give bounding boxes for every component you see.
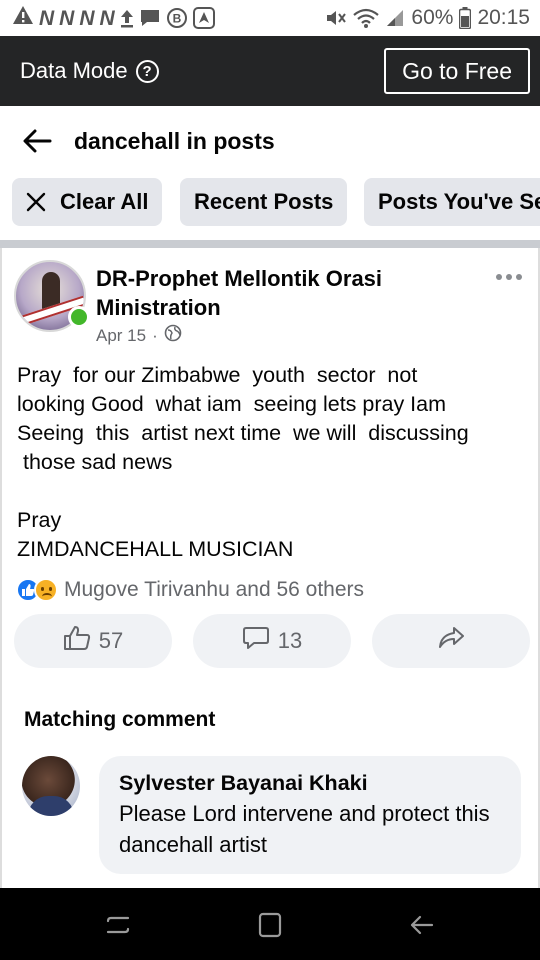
comment-text: Please Lord intervene and protect this d… bbox=[119, 801, 490, 857]
battery-percent: 60% bbox=[411, 6, 454, 29]
post-meta: Apr 15 · bbox=[96, 324, 182, 347]
post-date[interactable]: Apr 15 bbox=[96, 326, 146, 346]
notification-icons: N N N N B bbox=[12, 5, 215, 31]
back-arrow-icon[interactable] bbox=[20, 124, 54, 158]
matching-comment-heading: Matching comment bbox=[24, 708, 216, 731]
post-line: those sad news bbox=[17, 450, 173, 474]
clock: 20:15 bbox=[477, 6, 530, 29]
n-app-icon: N bbox=[99, 6, 115, 30]
clear-all-chip[interactable]: Clear All bbox=[12, 178, 163, 226]
status-bar: N N N N B 60% 20:15 bbox=[0, 0, 540, 36]
recent-posts-label: Recent Posts bbox=[194, 189, 334, 214]
section-divider bbox=[0, 240, 540, 248]
more-options-icon[interactable] bbox=[496, 274, 522, 280]
navigation-icon bbox=[192, 7, 215, 29]
post-actions: 57 13 bbox=[14, 614, 530, 668]
data-mode-label: Data Mode bbox=[20, 58, 128, 83]
post-author[interactable]: DR-Prophet Mellontik Orasi Ministration bbox=[96, 264, 426, 322]
post-line: Pray bbox=[17, 508, 62, 532]
filter-chips: Clear All Recent Posts Posts You've Seen bbox=[0, 178, 540, 226]
share-button[interactable] bbox=[372, 614, 530, 668]
go-to-free-button[interactable]: Go to Free bbox=[384, 48, 530, 94]
close-icon bbox=[26, 192, 46, 212]
post-line: Pray for our Zimbabwe youth sector not bbox=[17, 363, 418, 387]
data-mode-bar: Data Mode ? Go to Free bbox=[0, 36, 540, 106]
commenter-avatar[interactable] bbox=[22, 756, 80, 816]
like-button[interactable]: 57 bbox=[14, 614, 172, 668]
b-circle-icon: B bbox=[166, 7, 188, 29]
data-mode-label-group[interactable]: Data Mode ? bbox=[20, 58, 159, 84]
comment-author[interactable]: Sylvester Bayanai Khaki bbox=[119, 768, 501, 798]
signal-icon bbox=[385, 8, 405, 28]
post-line: looking Good what iam seeing lets pray I… bbox=[17, 392, 447, 416]
back-nav-icon[interactable] bbox=[402, 910, 442, 940]
post-line: Seeing this artist next time we will dis… bbox=[17, 421, 469, 445]
comment-icon bbox=[242, 625, 270, 657]
search-query[interactable]: dancehall in posts bbox=[74, 128, 275, 155]
warning-icon bbox=[12, 5, 34, 31]
reactions-text: Mugove Tirivanhu and 56 others bbox=[64, 578, 365, 601]
n-app-icon: N bbox=[79, 6, 95, 30]
posts-youve-seen-label: Posts You've Seen bbox=[378, 189, 540, 214]
meta-separator: · bbox=[152, 325, 158, 345]
n-app-icon: N bbox=[59, 6, 75, 30]
system-icons: 60% 20:15 bbox=[325, 6, 530, 30]
n-app-icon: N bbox=[39, 6, 55, 30]
sad-reaction-icon bbox=[34, 578, 58, 602]
svg-text:B: B bbox=[172, 12, 181, 26]
share-icon bbox=[437, 625, 465, 657]
upload-icon bbox=[120, 8, 134, 28]
mute-icon bbox=[325, 8, 347, 28]
online-status-dot bbox=[68, 306, 90, 328]
comment-button[interactable]: 13 bbox=[193, 614, 351, 668]
clear-all-label: Clear All bbox=[60, 189, 149, 214]
comment-count: 13 bbox=[277, 628, 303, 653]
help-icon[interactable]: ? bbox=[135, 59, 159, 83]
comment-bubble[interactable]: Sylvester Bayanai Khaki Please Lord inte… bbox=[99, 756, 521, 874]
commenter-shirt bbox=[28, 796, 74, 816]
message-icon bbox=[139, 8, 161, 28]
post-line: ZIMDANCEHALL MUSICIAN bbox=[17, 537, 294, 561]
post-paragraph-gap bbox=[17, 477, 532, 506]
like-count: 57 bbox=[98, 628, 124, 653]
recent-apps-icon[interactable] bbox=[98, 910, 138, 940]
post-card: DR-Prophet Mellontik Orasi Ministration … bbox=[0, 248, 540, 888]
home-icon[interactable] bbox=[250, 910, 290, 940]
battery-icon bbox=[459, 7, 472, 29]
recent-posts-chip[interactable]: Recent Posts bbox=[180, 178, 348, 226]
thumbs-up-icon bbox=[63, 625, 91, 657]
system-nav-bar bbox=[0, 888, 540, 960]
reactions-summary[interactable]: Mugove Tirivanhu and 56 others bbox=[16, 578, 364, 602]
posts-youve-seen-chip[interactable]: Posts You've Seen bbox=[364, 178, 540, 226]
post-body: Pray for our Zimbabwe youth sector not l… bbox=[17, 361, 532, 564]
wifi-icon bbox=[353, 8, 380, 28]
search-header: dancehall in posts bbox=[0, 106, 540, 176]
globe-icon bbox=[164, 324, 182, 347]
